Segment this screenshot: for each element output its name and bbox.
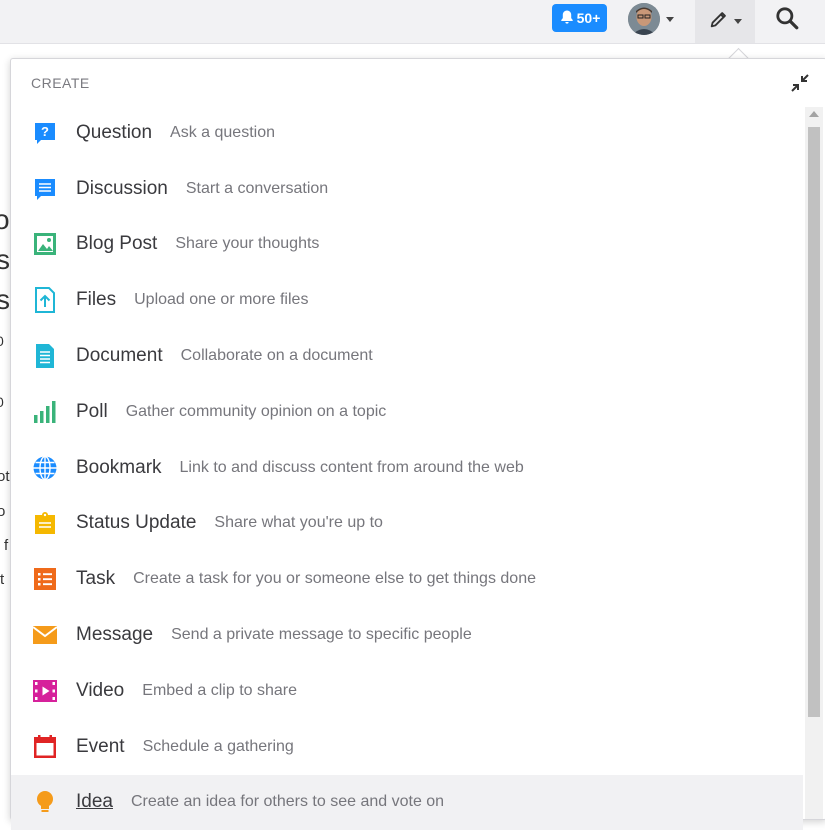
item-description: Ask a question [170, 123, 275, 141]
user-menu[interactable] [628, 3, 674, 35]
create-item-blog-post[interactable]: Blog Post Share your thoughts [11, 217, 803, 273]
background-text: f [4, 537, 9, 554]
create-item-task[interactable]: Task Create a task for you or someone el… [11, 551, 803, 607]
top-navigation-bar: 50+ [0, 0, 825, 44]
create-item-message[interactable]: Message Send a private message to specif… [11, 607, 803, 663]
scrollbar-thumb[interactable] [808, 127, 820, 717]
item-description: Upload one or more files [134, 291, 309, 309]
item-label: Video [76, 679, 125, 701]
background-text: s [0, 244, 10, 275]
create-item-document[interactable]: Document Collaborate on a document [11, 328, 803, 384]
notifications-button[interactable]: 50+ [552, 4, 607, 32]
item-description: Share what you're up to [214, 514, 383, 532]
item-label: Task [76, 568, 116, 590]
item-label: Document [76, 345, 163, 367]
item-label: Bookmark [76, 456, 162, 478]
item-description: Start a conversation [185, 179, 329, 197]
item-label: Discussion [76, 177, 168, 199]
item-description: Gather community opinion on a topic [125, 402, 387, 420]
blog-post-icon [31, 230, 59, 258]
create-item-status-update[interactable]: Status Update Share what you're up to [11, 496, 803, 552]
globe-icon [31, 454, 59, 482]
item-label: Files [76, 289, 117, 311]
item-label: Idea [76, 791, 113, 813]
create-item-bookmark[interactable]: Bookmark Link to and discuss content fro… [11, 440, 803, 496]
create-menu-popover: CREATE ? Question Ask a question Discuss… [10, 58, 825, 830]
background-text: 0 [0, 333, 4, 349]
chevron-down-icon [734, 19, 742, 24]
task-icon [31, 565, 59, 593]
create-item-question[interactable]: ? Question Ask a question [11, 105, 803, 161]
item-description: Link to and discuss content from around … [179, 458, 524, 476]
item-label: Status Update [76, 512, 197, 534]
calendar-icon [31, 733, 59, 761]
create-menu-header: CREATE [31, 75, 90, 91]
file-upload-icon [31, 286, 59, 314]
bell-icon [559, 9, 575, 28]
item-label: Message [76, 624, 154, 646]
status-update-icon [31, 509, 59, 537]
create-item-discussion[interactable]: Discussion Start a conversation [11, 161, 803, 217]
create-item-poll[interactable]: Poll Gather community opinion on a topic [11, 384, 803, 440]
background-text: s [0, 284, 10, 315]
create-item-idea[interactable]: Idea Create an idea for others to see an… [11, 774, 803, 830]
item-description: Create an idea for others to see and vot… [130, 793, 445, 811]
svg-text:?: ? [41, 124, 49, 139]
create-item-event[interactable]: Event Schedule a gathering [11, 719, 803, 775]
background-text: o [0, 204, 10, 235]
discussion-icon [31, 175, 59, 203]
background-text: t [0, 571, 5, 588]
scroll-up-arrow[interactable] [809, 111, 819, 117]
search-button[interactable] [765, 2, 809, 38]
chevron-down-icon [666, 16, 674, 22]
create-item-video[interactable]: Video Embed a clip to share [11, 663, 803, 719]
item-label: Question [76, 121, 153, 143]
video-icon [31, 677, 59, 705]
background-text: ot [0, 468, 10, 485]
pencil-icon [708, 8, 730, 35]
collapse-icon [791, 74, 809, 92]
item-description: Send a private message to specific peopl… [171, 626, 472, 644]
search-icon [774, 5, 800, 36]
item-description: Embed a clip to share [142, 681, 298, 699]
item-description: Share your thoughts [175, 235, 320, 253]
item-label: Poll [76, 400, 108, 422]
avatar[interactable] [628, 3, 660, 35]
question-icon: ? [31, 119, 59, 147]
item-description: Create a task for you or someone else to… [133, 570, 536, 588]
background-text: 0 [0, 394, 4, 410]
collapse-button[interactable] [788, 71, 812, 95]
item-label: Blog Post [76, 233, 158, 255]
create-menu-list: ? Question Ask a question Discussion Sta… [11, 105, 803, 830]
poll-icon [31, 398, 59, 426]
message-icon [31, 621, 59, 649]
notifications-count: 50+ [576, 10, 601, 26]
create-item-files[interactable]: Files Upload one or more files [11, 272, 803, 328]
document-icon [31, 342, 59, 370]
create-button[interactable] [695, 0, 755, 43]
item-description: Schedule a gathering [142, 737, 294, 755]
background-text: o [0, 503, 6, 520]
item-label: Event [76, 735, 125, 757]
item-description: Collaborate on a document [180, 347, 373, 365]
lightbulb-icon [31, 788, 59, 816]
